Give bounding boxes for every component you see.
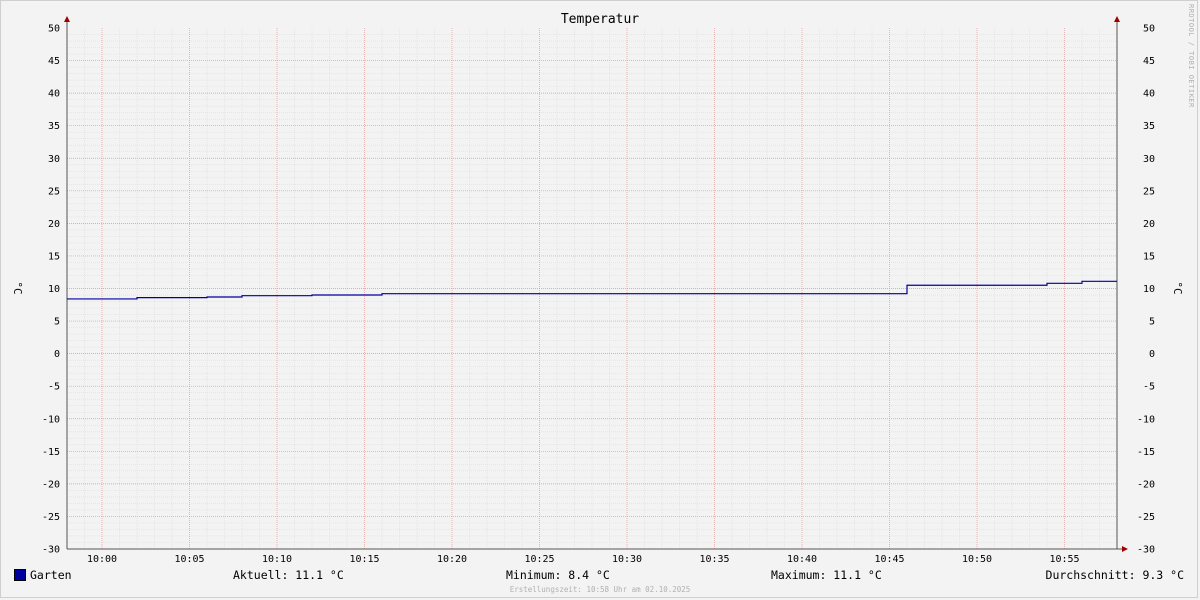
y-tick-label-right: -20: [1137, 479, 1155, 490]
y-tick-label-right: 45: [1143, 56, 1155, 67]
chart-title: Temperatur: [561, 12, 639, 27]
y-tick-label-right: 20: [1143, 219, 1155, 230]
x-tick-label: 10:30: [612, 554, 642, 565]
y-tick-label-right: 40: [1143, 89, 1155, 100]
y-tick-label-left: 10: [48, 284, 60, 295]
y-axis-left-label: °C: [11, 281, 24, 294]
y-tick-label-right: 30: [1143, 154, 1155, 165]
y-axis-left-tick-labels: 50454035302520151050-5-10-15-20-25-30: [42, 24, 60, 556]
x-tick-label: 10:45: [874, 554, 904, 565]
y-tick-label-left: -15: [42, 447, 60, 458]
y-tick-label-left: 5: [54, 317, 60, 328]
legend-average: Durchschnitt: 9.3 °C: [1045, 568, 1184, 582]
y-tick-label-left: -30: [42, 545, 60, 556]
y-tick-label-right: 0: [1149, 349, 1155, 360]
y-tick-label-right: 50: [1143, 24, 1155, 35]
x-tick-label: 10:40: [787, 554, 817, 565]
y-axis-right-label: °C: [1171, 281, 1184, 294]
x-tick-label: 10:55: [1049, 554, 1079, 565]
rrdtool-watermark: RRDTOOL / TOBI OETIKER: [1187, 4, 1195, 108]
y-axis-right-tick-labels: 50454035302520151050-5-10-15-20-25-30: [1137, 24, 1155, 556]
y-tick-label-left: 45: [48, 56, 60, 67]
y-tick-label-left: -20: [42, 479, 60, 490]
y-tick-label-left: 25: [48, 186, 60, 197]
y-tick-label-right: 25: [1143, 186, 1155, 197]
x-tick-label: 10:00: [87, 554, 117, 565]
legend-minimum: Minimum: 8.4 °C: [506, 568, 610, 582]
y-tick-label-left: 0: [54, 349, 60, 360]
legend-series-name: Garten: [30, 568, 72, 582]
x-tick-label: 10:15: [349, 554, 379, 565]
y-tick-label-left: 15: [48, 251, 60, 262]
y-tick-label-right: 5: [1149, 317, 1155, 328]
legend-maximum: Maximum: 11.1 °C: [771, 568, 882, 582]
x-tick-label: 10:50: [962, 554, 992, 565]
y-tick-label-left: 30: [48, 154, 60, 165]
y-tick-label-left: -10: [42, 414, 60, 425]
y-tick-label-left: 20: [48, 219, 60, 230]
y-tick-label-left: 40: [48, 89, 60, 100]
y-axis-right-arrow: [1114, 16, 1120, 22]
x-axis-tick-labels: 10:00 10:05 10:10 10:15 10:20 10:25 10:30 10:35…: [87, 554, 1080, 565]
x-tick-label: 10:05: [174, 554, 204, 565]
x-tick-label: 10:20: [437, 554, 467, 565]
legend-current: Aktuell: 11.1 °C: [233, 568, 344, 582]
x-axis-arrow: [1122, 546, 1128, 552]
y-tick-label-right: -30: [1137, 545, 1155, 556]
y-tick-label-right: 35: [1143, 121, 1155, 132]
x-tick-label: 10:25: [524, 554, 554, 565]
y-tick-label-right: 15: [1143, 251, 1155, 262]
y-tick-label-right: -25: [1137, 512, 1155, 523]
creation-time-footer: Erstellungszeit: 10:58 Uhr am 02.10.2025: [509, 585, 691, 594]
y-tick-label-left: -5: [48, 382, 60, 393]
x-tick-label: 10:35: [699, 554, 729, 565]
y-tick-label-right: -15: [1137, 447, 1155, 458]
y-tick-label-right: -5: [1143, 382, 1155, 393]
y-tick-label-left: -25: [42, 512, 60, 523]
y-axis-left-arrow: [64, 16, 70, 22]
x-tick-label: 10:10: [262, 554, 292, 565]
y-tick-label-right: 10: [1143, 284, 1155, 295]
axes: [64, 16, 1128, 552]
y-tick-label-right: -10: [1137, 414, 1155, 425]
y-tick-label-left: 50: [48, 24, 60, 35]
y-tick-label-left: 35: [48, 121, 60, 132]
legend-swatch-garten: [14, 569, 26, 581]
temperature-chart: 50454035302520151050-5-10-15-20-25-30 50…: [11, 12, 1184, 565]
